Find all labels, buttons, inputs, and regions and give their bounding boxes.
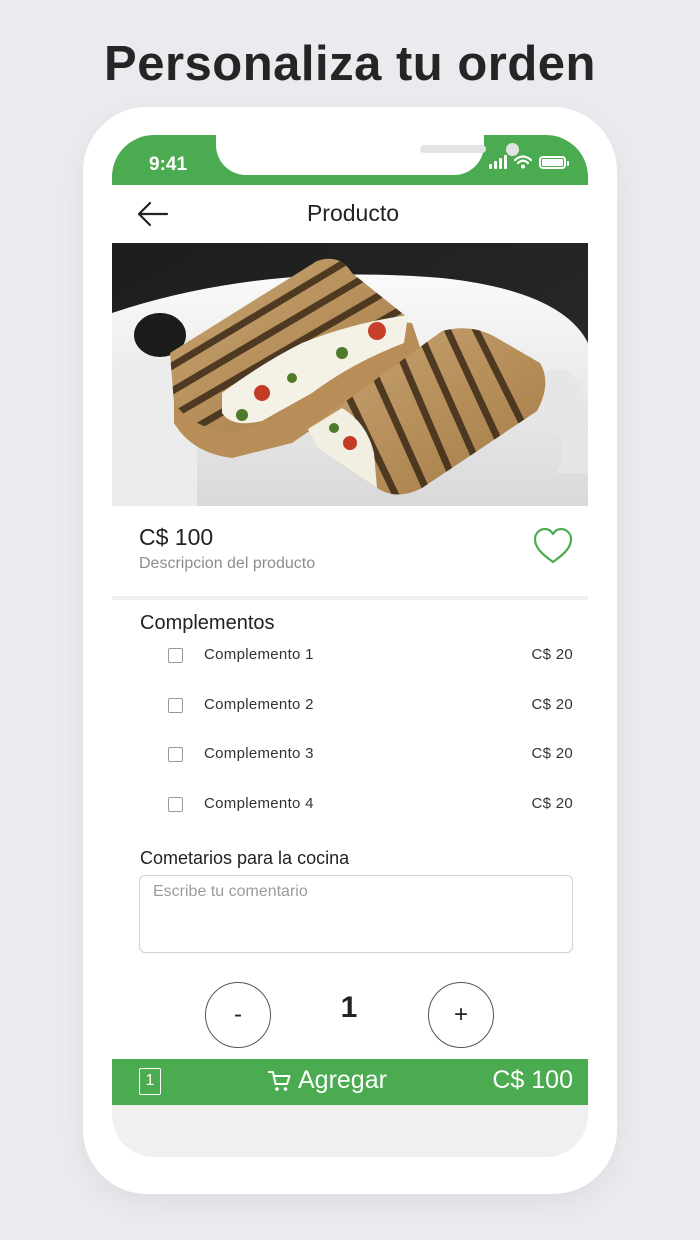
complement-checkbox[interactable] <box>168 747 183 762</box>
heart-outline-icon[interactable] <box>532 526 574 566</box>
product-price: C$ 100 <box>139 524 214 550</box>
complement-row[interactable]: Complemento 3 C$ 20 <box>112 740 588 770</box>
product-description: Descripcion del producto <box>139 555 316 572</box>
complement-name: Complemento 3 <box>204 745 314 762</box>
status-time: 9:41 <box>149 154 188 175</box>
speaker-grille <box>420 145 486 153</box>
add-button-content: Agregar <box>268 1066 387 1095</box>
product-image <box>112 243 588 506</box>
complement-price: C$ 20 <box>531 696 573 713</box>
price-section: C$ 100 Descripcion del producto <box>112 506 588 596</box>
app-screen: 9:41 Producto C$ 100 Descripcion del pro… <box>112 135 588 1157</box>
comment-field[interactable] <box>139 875 573 953</box>
page-headline: Personaliza tu orden <box>104 37 596 91</box>
quantity-value: 1 <box>340 991 358 1024</box>
complement-checkbox[interactable] <box>168 797 183 812</box>
complement-row[interactable]: Complemento 1 C$ 20 <box>112 641 588 671</box>
page-title: Producto <box>306 200 400 226</box>
add-button-label: Agregar <box>298 1066 387 1094</box>
item-count-badge: 1 <box>139 1068 161 1095</box>
complements-title: Complementos <box>140 612 275 634</box>
increase-quantity-button[interactable]: + <box>428 982 494 1048</box>
home-indicator-area <box>112 1105 588 1157</box>
cart-icon <box>268 1070 291 1091</box>
wifi-icon <box>514 155 532 169</box>
complement-name: Complemento 1 <box>204 646 314 663</box>
complement-row[interactable]: Complemento 4 C$ 20 <box>112 790 588 820</box>
complement-price: C$ 20 <box>531 795 573 812</box>
phone-notch <box>216 135 519 175</box>
section-divider <box>112 596 588 600</box>
complement-price: C$ 20 <box>531 646 573 663</box>
nav-bar: Producto <box>112 185 588 243</box>
complement-row[interactable]: Complemento 2 C$ 20 <box>112 691 588 721</box>
complement-name: Complemento 2 <box>204 696 314 713</box>
comments-title: Cometarios para la cocina <box>140 848 350 868</box>
battery-icon <box>539 155 569 169</box>
add-to-cart-button[interactable]: 1 Agregar C$ 100 <box>112 1059 588 1105</box>
complement-checkbox[interactable] <box>168 698 183 713</box>
status-icons <box>489 155 569 169</box>
decrease-quantity-button[interactable]: - <box>205 982 271 1048</box>
order-total: C$ 100 <box>492 1066 573 1094</box>
signal-icon <box>489 155 507 169</box>
complement-name: Complemento 4 <box>204 795 314 812</box>
complement-checkbox[interactable] <box>168 648 183 663</box>
complement-price: C$ 20 <box>531 745 573 762</box>
status-bar: 9:41 <box>112 135 588 185</box>
